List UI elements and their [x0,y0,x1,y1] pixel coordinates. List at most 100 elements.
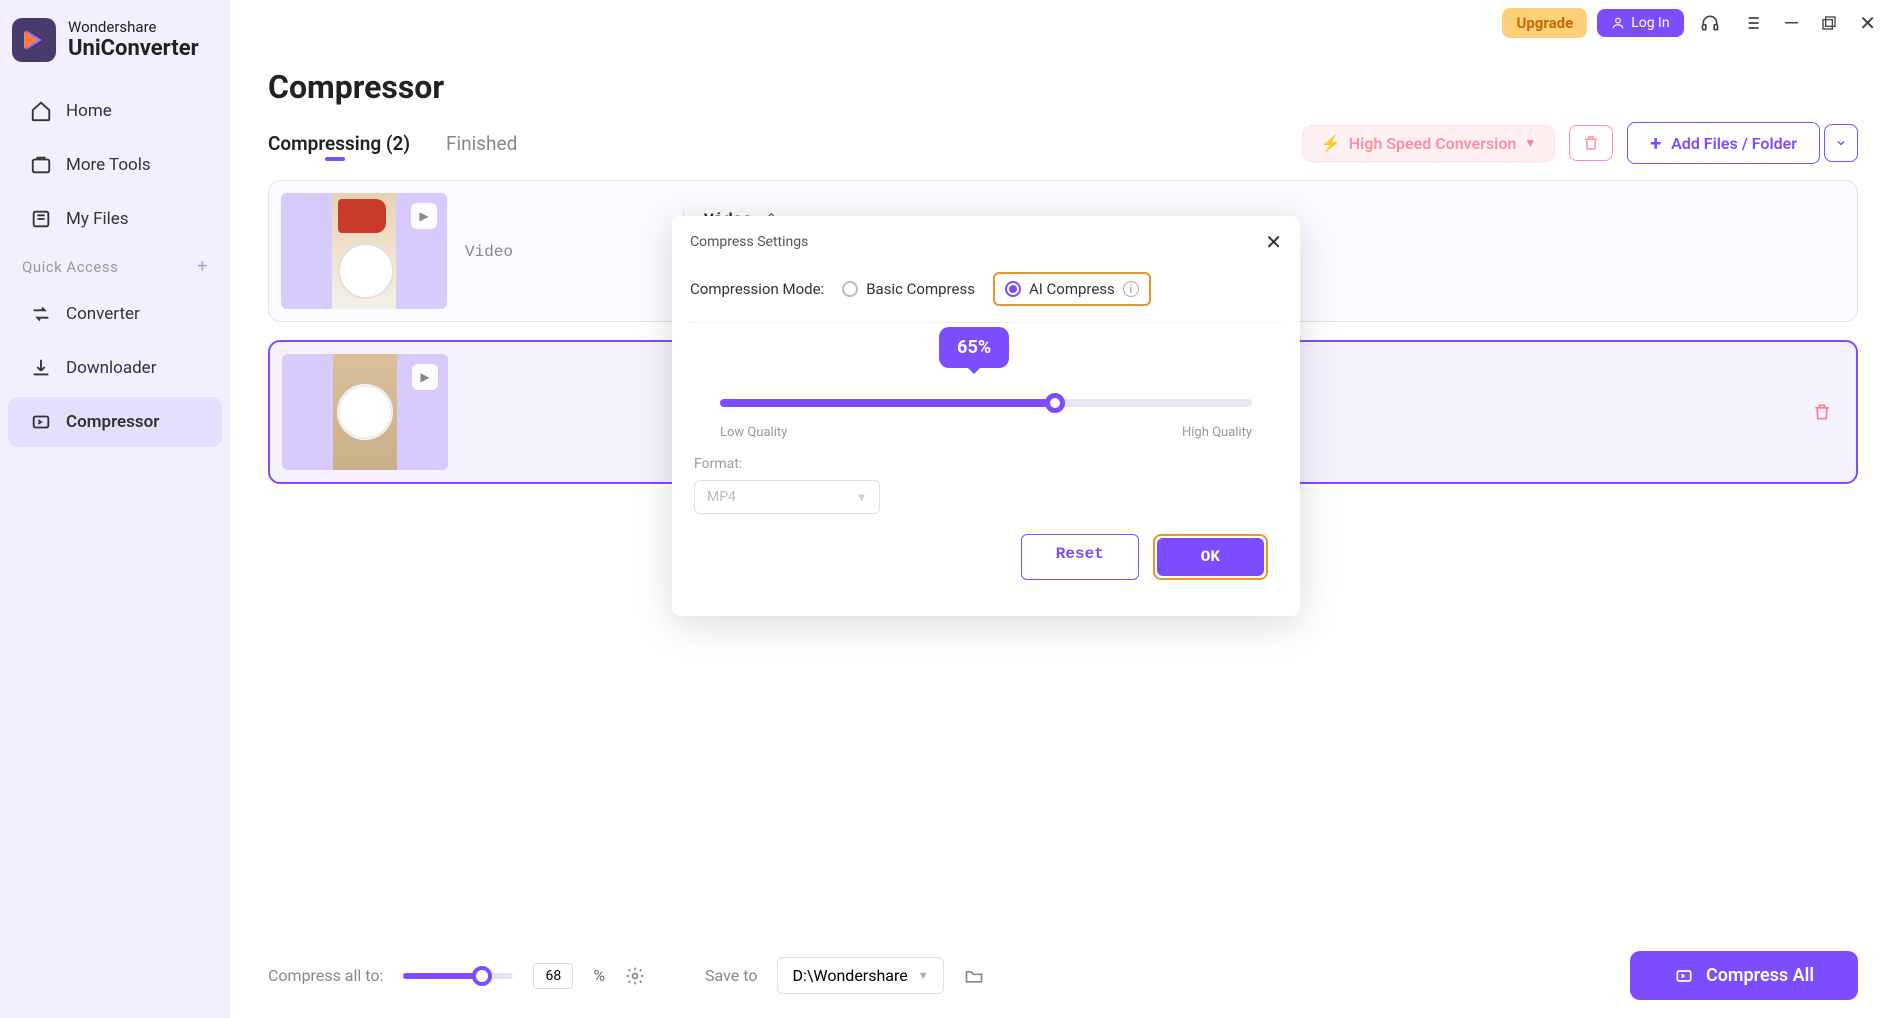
open-folder-icon[interactable] [964,966,984,986]
item-source-label: Video [465,243,513,261]
sidebar-item-my-files[interactable]: My Files [8,194,222,244]
add-files-dropdown[interactable] [1824,124,1858,162]
global-quality-slider[interactable] [403,973,513,979]
sidebar-item-downloader[interactable]: Downloader [8,343,222,393]
compress-icon [1674,966,1694,986]
modal-header: Compress Settings ✕ [672,216,1300,264]
chevron-down-icon: ▼ [856,491,867,504]
save-to-label: Save to [705,966,757,985]
sidebar-item-converter[interactable]: Converter [8,289,222,339]
brand-line1: Wondershare [68,19,199,36]
download-icon [30,357,52,379]
maximize-icon[interactable] [1815,15,1843,31]
app-logo: Wondershare UniConverter [0,18,230,84]
plus-icon: + [1650,131,1661,155]
low-quality-label: Low Quality [720,425,787,440]
headset-icon[interactable] [1694,13,1726,33]
close-icon[interactable]: ✕ [1853,11,1882,35]
high-quality-label: High Quality [1182,425,1252,440]
login-label: Log In [1631,15,1669,31]
tab-compressing[interactable]: Compressing (2) [268,132,410,155]
ok-button-highlight: OK [1153,534,1268,580]
ok-button[interactable]: OK [1157,538,1264,576]
titlebar: Upgrade Log In — ✕ [230,0,1896,46]
compress-all-label: Compress All [1706,965,1814,986]
main-area: Upgrade Log In — ✕ Compressor Compressin… [230,0,1896,1018]
compress-all-button[interactable]: Compress All [1630,951,1858,1000]
compress-all-to-label: Compress all to: [268,966,383,985]
format-value: MP4 [707,489,736,505]
format-area: Format: MP4 ▼ [690,440,1282,514]
radio-icon [842,281,858,297]
home-icon [30,100,52,122]
chevron-down-icon [1835,137,1847,149]
sidebar-item-label: Converter [66,304,140,324]
clear-all-button[interactable] [1569,125,1613,161]
high-speed-conversion-button[interactable]: ⚡ High Speed Conversion ▼ [1302,125,1555,162]
logo-text: Wondershare UniConverter [68,19,199,62]
info-icon[interactable]: i [1123,281,1139,297]
quick-access-header: Quick Access + [0,246,230,287]
files-icon [30,208,52,230]
high-speed-label: High Speed Conversion [1349,134,1517,153]
add-files-button[interactable]: + Add Files / Folder [1627,122,1820,164]
play-icon: ▶ [411,203,437,229]
tabs-actions: ⚡ High Speed Conversion ▼ + Add Files / … [1302,122,1858,164]
tab-finished[interactable]: Finished [446,132,517,155]
list-icon[interactable] [1736,13,1768,33]
delete-item-button[interactable] [1812,402,1844,422]
login-button[interactable]: Log In [1597,9,1683,37]
modal-title: Compress Settings [690,234,808,250]
format-select[interactable]: MP4 ▼ [694,480,880,514]
sidebar: Wondershare UniConverter Home More Tools… [0,0,230,1018]
sidebar-item-label: My Files [66,209,129,229]
quality-slider-area: 65% [690,323,1282,415]
slider-value-bubble: 65% [939,327,1009,368]
play-icon: ▶ [412,364,438,390]
chevron-down-icon: ▼ [1524,136,1536,150]
format-label: Format: [694,456,1278,472]
sidebar-item-home[interactable]: Home [8,86,222,136]
sidebar-item-label: Compressor [66,412,159,432]
modal-body: Compression Mode: Basic Compress AI Comp… [672,264,1300,616]
sidebar-item-label: More Tools [66,155,151,175]
slider-handle[interactable] [1045,393,1065,413]
video-thumbnail[interactable]: ▶ [282,354,448,470]
save-path-value: D:\Wondershare [792,966,907,985]
slider-fill [720,399,1050,407]
reset-button[interactable]: Reset [1021,534,1139,580]
radio-basic-compress[interactable]: Basic Compress [842,280,975,298]
ai-compress-label: AI Compress [1029,280,1115,298]
user-icon [1611,16,1625,30]
sidebar-item-more-tools[interactable]: More Tools [8,140,222,190]
slider-handle[interactable] [472,966,492,986]
minimize-icon[interactable]: — [1778,11,1806,35]
tools-icon [30,154,52,176]
compressor-icon [30,411,52,433]
trash-icon [1582,134,1600,152]
page-title: Compressor [230,46,1896,122]
bottom-bar: Compress all to: 68 % Save to D:\Wonders… [230,933,1896,1018]
modal-close-button[interactable]: ✕ [1265,230,1282,254]
settings-gear-icon[interactable] [625,966,645,986]
add-files-label: Add Files / Folder [1671,134,1797,153]
add-quick-access-icon[interactable]: + [197,256,208,277]
save-path-select[interactable]: D:\Wondershare ▼ [777,957,943,994]
tabs-row: Compressing (2) Finished ⚡ High Speed Co… [230,122,1896,180]
compress-settings-modal: Compress Settings ✕ Compression Mode: Ba… [672,216,1300,616]
bolt-icon: ⚡ [1321,134,1341,153]
radio-ai-compress[interactable]: AI Compress i [993,272,1151,306]
upgrade-button[interactable]: Upgrade [1502,8,1587,38]
sidebar-item-label: Home [66,101,112,121]
compression-mode-row: Compression Mode: Basic Compress AI Comp… [690,272,1282,323]
radio-icon [1005,281,1021,297]
slider-labels: Low Quality High Quality [690,415,1282,440]
global-quality-input[interactable]: 68 [533,963,573,989]
sidebar-item-compressor[interactable]: Compressor [8,397,222,447]
chevron-down-icon: ▼ [918,969,929,982]
brand-line2: UniConverter [68,36,199,61]
quality-slider[interactable] [720,399,1252,407]
video-thumbnail[interactable]: ▶ [281,193,447,309]
slider-fill [403,973,475,979]
logo-icon [12,18,56,62]
